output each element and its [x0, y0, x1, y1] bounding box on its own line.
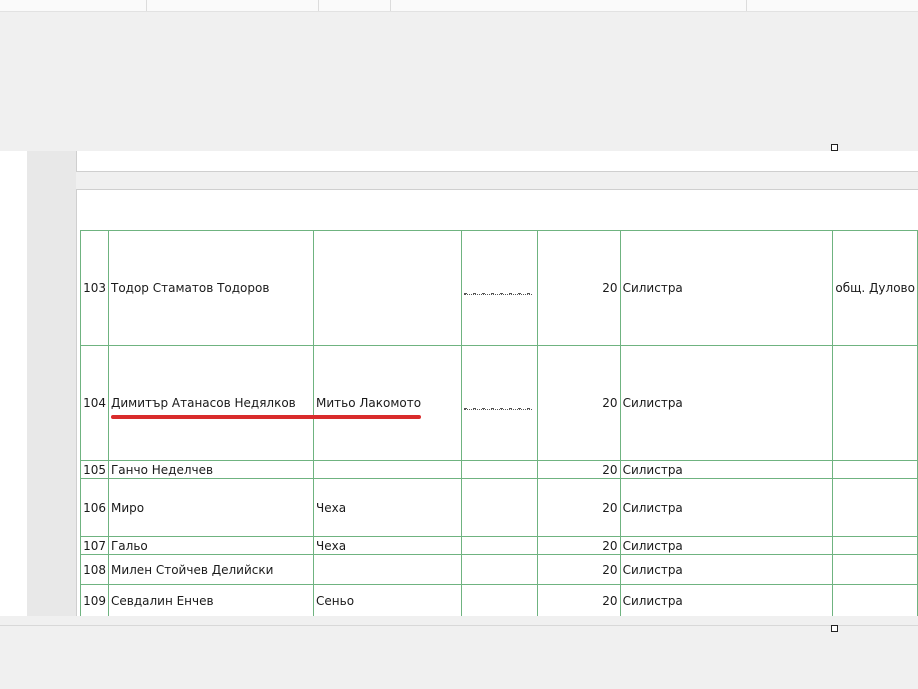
cell-region[interactable] — [832, 478, 918, 537]
cell-region[interactable] — [832, 536, 918, 555]
cell-alias[interactable]: Сеньо — [313, 584, 462, 616]
cell-num[interactable]: 20 — [537, 230, 621, 346]
cell-name[interactable]: Миро — [107, 478, 315, 537]
resize-handle[interactable] — [831, 144, 838, 151]
toolbar-divider — [390, 0, 391, 11]
previous-page-bottom — [76, 151, 918, 172]
cell-alias[interactable]: Митьо Лакомото — [313, 345, 462, 461]
cell-city[interactable]: Силистра — [619, 536, 834, 555]
workspace-background — [0, 12, 918, 150]
toolbar-strip — [0, 0, 918, 12]
cell-name[interactable]: Милен Стойчев Делийски — [107, 554, 315, 585]
cell-region[interactable]: общ. Дулово — [832, 230, 918, 346]
cell-city[interactable]: Силистра — [619, 554, 834, 585]
workspace-background-bottom — [0, 625, 918, 689]
cell-name[interactable]: Тодор Стаматов Тодоров — [107, 230, 315, 346]
cell-num[interactable]: 20 — [537, 478, 621, 537]
cell-alias[interactable]: Чеха — [313, 478, 462, 537]
cell-name[interactable]: Ганчо Неделчев — [107, 460, 315, 479]
cell-id[interactable] — [460, 478, 539, 537]
cell-id[interactable] — [460, 460, 539, 479]
cell-name[interactable]: Севдалин Енчев — [107, 584, 315, 616]
cell-city[interactable]: Силистра — [619, 345, 834, 461]
resize-handle[interactable] — [831, 625, 838, 632]
redacted-value — [463, 400, 532, 410]
cell-no[interactable]: 104 — [80, 345, 109, 461]
cell-city[interactable]: Силистра — [619, 230, 834, 346]
cell-city[interactable]: Силистра — [619, 584, 834, 616]
cell-num[interactable]: 20 — [537, 584, 621, 616]
toolbar-divider — [318, 0, 319, 11]
table-row: 106 Миро Чеха 20 Силистра — [80, 478, 918, 537]
cell-alias[interactable] — [313, 554, 462, 585]
cell-id[interactable] — [460, 536, 539, 555]
table-row: 109 Севдалин Енчев Сеньо 20 Силистра — [80, 584, 918, 616]
cell-name[interactable]: Гальо — [107, 536, 315, 555]
cell-alias[interactable]: Чеха — [313, 536, 462, 555]
cell-no[interactable]: 109 — [80, 584, 109, 616]
cell-city[interactable]: Силистра — [619, 478, 834, 537]
cell-id[interactable] — [460, 554, 539, 585]
cell-id[interactable] — [460, 230, 539, 346]
red-underline-annotation — [111, 415, 421, 419]
redacted-value — [463, 285, 532, 295]
table-row: 107 Гальо Чеха 20 Силистра — [80, 536, 918, 555]
cell-region[interactable] — [832, 554, 918, 585]
cell-no[interactable]: 106 — [80, 478, 109, 537]
table-row: 105 Ганчо Неделчев 20 Силистра — [80, 460, 918, 479]
data-table: 103 Тодор Стаматов Тодоров 20 Силистра общ. … — [80, 230, 918, 616]
cell-num[interactable]: 20 — [537, 554, 621, 585]
cell-alias[interactable] — [313, 460, 462, 479]
left-margin-panel — [0, 151, 27, 616]
cell-region[interactable] — [832, 345, 918, 461]
cell-id[interactable] — [460, 345, 539, 461]
cell-num[interactable]: 20 — [537, 460, 621, 479]
cell-city[interactable]: Силистра — [619, 460, 834, 479]
cell-no[interactable]: 108 — [80, 554, 109, 585]
table-row: 108 Милен Стойчев Делийски 20 Силистра — [80, 554, 918, 585]
toolbar-divider — [146, 0, 147, 11]
cell-region[interactable] — [832, 584, 918, 616]
cell-no[interactable]: 103 — [80, 230, 109, 346]
cell-region[interactable] — [832, 460, 918, 479]
page-gutter — [27, 151, 76, 616]
cell-alias[interactable] — [313, 230, 462, 346]
cell-num[interactable]: 20 — [537, 345, 621, 461]
cell-name[interactable]: Димитър Атанасов Недялков — [107, 345, 315, 461]
document-page: 103 Тодор Стаматов Тодоров 20 Силистра общ. … — [76, 189, 918, 616]
cell-no[interactable]: 105 — [80, 460, 109, 479]
cell-num[interactable]: 20 — [537, 536, 621, 555]
cell-no[interactable]: 107 — [80, 536, 109, 555]
table-row: 104 Димитър Атанасов Недялков Митьо Лакомо… — [80, 345, 918, 461]
cell-id[interactable] — [460, 584, 539, 616]
toolbar-divider — [746, 0, 747, 11]
table-row: 103 Тодор Стаматов Тодоров 20 Силистра общ. … — [80, 230, 918, 346]
